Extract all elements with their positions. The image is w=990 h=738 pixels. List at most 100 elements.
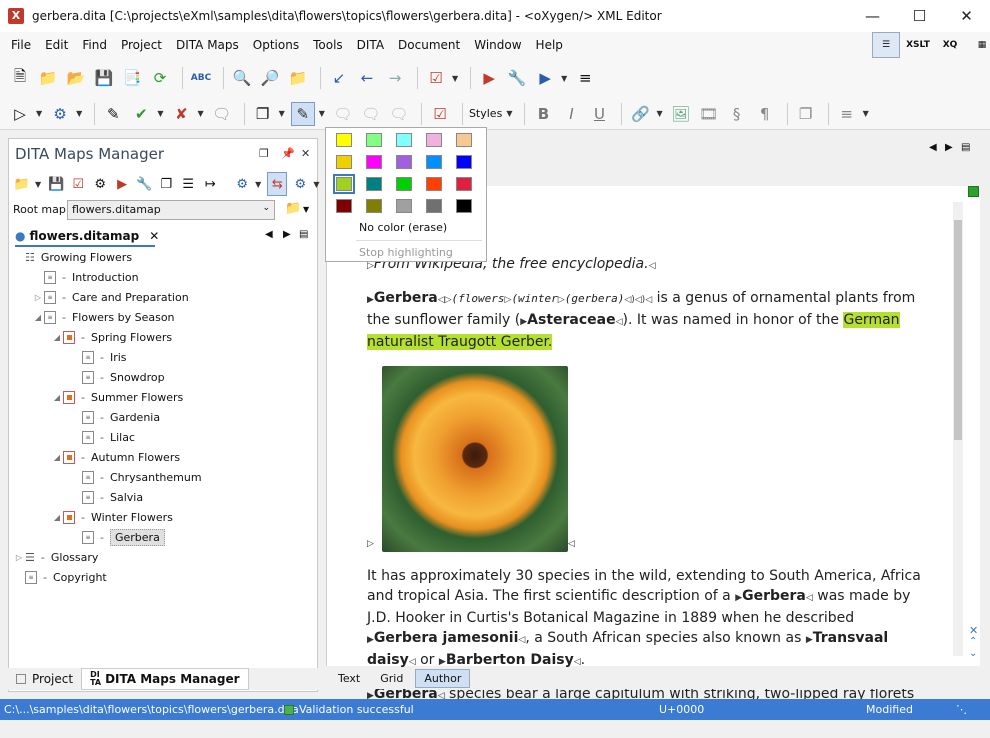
menu-tools[interactable]: Tools	[306, 32, 350, 58]
tab-flowers-ditamap[interactable]: ● flowers.ditamap ✕	[15, 227, 159, 247]
tree-item[interactable]: ▷ ☰ - Glossary	[13, 547, 313, 567]
color-swatch[interactable]	[366, 177, 382, 191]
find-folder-icon[interactable]: 📁	[286, 66, 310, 90]
tree-item[interactable]: ≡ - Chrysanthemum	[13, 467, 313, 487]
tab-list-icon[interactable]: ▤	[299, 229, 308, 240]
menu-window[interactable]: Window	[467, 32, 528, 58]
editor-tab-next-icon[interactable]: ▶	[945, 142, 953, 153]
reviews-dropdown-icon[interactable]: ▼	[279, 109, 285, 118]
tab-project[interactable]: Project	[8, 670, 81, 688]
tab-text[interactable]: Text	[330, 670, 368, 687]
tree-item[interactable]: ≡ - Gerbera	[13, 527, 313, 547]
list-dropdown-icon[interactable]: ▼	[863, 109, 869, 118]
save-icon[interactable]: 💾	[92, 66, 116, 90]
link-icon[interactable]: 🔗	[628, 102, 652, 126]
expanded-icon[interactable]: ◢	[51, 333, 63, 342]
tree-item[interactable]: ≡ - Copyright	[13, 567, 313, 587]
open-in-editor-icon[interactable]: ❐	[157, 172, 175, 196]
color-swatch[interactable]	[396, 133, 412, 147]
browse-dropdown-icon[interactable]: ▼	[303, 205, 309, 214]
spellcheck-icon[interactable]: ABC	[189, 66, 213, 90]
panel-pin-icon[interactable]: 📌	[281, 147, 295, 160]
menu-project[interactable]: Project	[114, 32, 169, 58]
review-manager-icon[interactable]: ☑	[428, 102, 452, 126]
edit-comment-icon[interactable]: 🗨	[359, 102, 383, 126]
xquery-perspective-icon[interactable]: XQ	[936, 32, 964, 58]
map-settings-icon[interactable]: ⚙	[91, 172, 109, 196]
debug-transformation-icon[interactable]: ▶	[533, 66, 557, 90]
new-file-icon[interactable]: 🗎	[8, 66, 32, 90]
tags-display-mode-icon[interactable]: ▷	[8, 102, 32, 126]
color-swatch[interactable]	[336, 199, 352, 213]
tree-item[interactable]: ≡ - Lilac	[13, 427, 313, 447]
validate-icon[interactable]: ☑	[424, 66, 448, 90]
tree-item[interactable]: ◢ - Winter Flowers	[13, 507, 313, 527]
tree-item[interactable]: ▷ ≡ - Care and Preparation	[13, 287, 313, 307]
editor-perspective-icon[interactable]: ☰	[872, 32, 900, 58]
expanded-icon[interactable]: ◢	[51, 513, 63, 522]
resize-grip-icon[interactable]: ⋱	[956, 703, 967, 716]
tree-item[interactable]: ◢ - Spring Flowers	[13, 327, 313, 347]
go-to-last-edit-icon[interactable]: ↙	[327, 66, 351, 90]
tree-item[interactable]: ◢ ≡ - Flowers by Season	[13, 307, 313, 327]
track-changes-icon[interactable]: ✎	[101, 102, 125, 126]
editor-tab-prev-icon[interactable]: ◀	[929, 142, 937, 153]
database-perspective-icon[interactable]: ▦	[968, 32, 990, 58]
color-swatch[interactable]	[396, 199, 412, 213]
map-transform-icon[interactable]: ▶	[113, 172, 131, 196]
root-map-select[interactable]: flowers.ditamap ⌄	[67, 200, 275, 220]
apply-transformation-icon[interactable]: ▶	[477, 66, 501, 90]
insert-list-icon[interactable]: ≡	[835, 102, 859, 126]
color-swatch[interactable]	[426, 155, 442, 169]
expanded-icon[interactable]: ◢	[32, 313, 44, 322]
comment-icon[interactable]: 🗨	[210, 102, 234, 126]
accept-dropdown-icon[interactable]: ▼	[157, 109, 163, 118]
menu-edit[interactable]: Edit	[38, 32, 75, 58]
color-swatch[interactable]	[456, 177, 472, 191]
next-marker-icon[interactable]: ⌄	[969, 648, 977, 659]
panel-close-icon[interactable]: ✕	[301, 147, 310, 160]
link-with-editor-icon[interactable]: ⇆	[267, 172, 288, 196]
tree-item[interactable]: ≡ - Introduction	[13, 267, 313, 287]
expanded-icon[interactable]: ◢	[51, 453, 63, 462]
insert-media-icon[interactable]: 🎞	[697, 102, 721, 126]
find-in-files-icon[interactable]: 🔎	[258, 66, 282, 90]
color-swatch[interactable]	[456, 155, 472, 169]
styles-menu[interactable]: Styles	[469, 107, 502, 120]
color-swatch[interactable]	[366, 133, 382, 147]
filter-icon[interactable]: ⚙	[48, 102, 72, 126]
menu-options[interactable]: Options	[246, 32, 306, 58]
document-content[interactable]: ▷From Wikipedia, the free encyclopedia.◁…	[367, 254, 927, 738]
accept-change-icon[interactable]: ✔	[129, 102, 153, 126]
styles-dropdown-icon[interactable]: ▼	[506, 109, 512, 118]
map-filter-icon[interactable]: ⚙	[233, 172, 251, 196]
xslt-perspective-icon[interactable]: XSLT	[904, 32, 932, 58]
bold-icon[interactable]: B	[531, 102, 555, 126]
highlight-icon[interactable]: ✎	[290, 101, 315, 126]
expanded-icon[interactable]: ◢	[51, 393, 63, 402]
color-swatch[interactable]	[333, 174, 355, 194]
color-swatch[interactable]	[426, 199, 442, 213]
tree-item[interactable]: ≡ - Snowdrop	[13, 367, 313, 387]
gerbera-flower-image[interactable]	[381, 366, 568, 552]
no-color-erase-item[interactable]: No color (erase)	[359, 221, 447, 234]
color-swatch[interactable]	[366, 199, 382, 213]
reject-dropdown-icon[interactable]: ▼	[197, 109, 203, 118]
color-swatch[interactable]	[396, 177, 412, 191]
color-swatch[interactable]	[426, 133, 442, 147]
menu-help[interactable]: Help	[529, 32, 570, 58]
stop-highlighting-item[interactable]: Stop highlighting	[359, 246, 453, 259]
menu-find[interactable]: Find	[75, 32, 114, 58]
color-swatch[interactable]	[336, 133, 352, 147]
minimize-button[interactable]: —	[850, 0, 895, 32]
panel-restore-icon[interactable]: ❐	[259, 147, 269, 160]
insert-section-icon[interactable]: §	[725, 102, 749, 126]
tree-item[interactable]: ≡ - Gardenia	[13, 407, 313, 427]
tab-dita-maps-manager[interactable]: DI TA DITA Maps Manager	[81, 668, 249, 690]
insert-codeblock-icon[interactable]: ❐	[794, 102, 818, 126]
prev-marker-icon[interactable]: ⌃	[969, 636, 977, 647]
format-indent-icon[interactable]: ≡	[573, 66, 597, 90]
reload-icon[interactable]: ⟳	[148, 66, 172, 90]
tab-grid[interactable]: Grid	[372, 670, 411, 687]
save-map-icon[interactable]: 💾	[47, 172, 65, 196]
